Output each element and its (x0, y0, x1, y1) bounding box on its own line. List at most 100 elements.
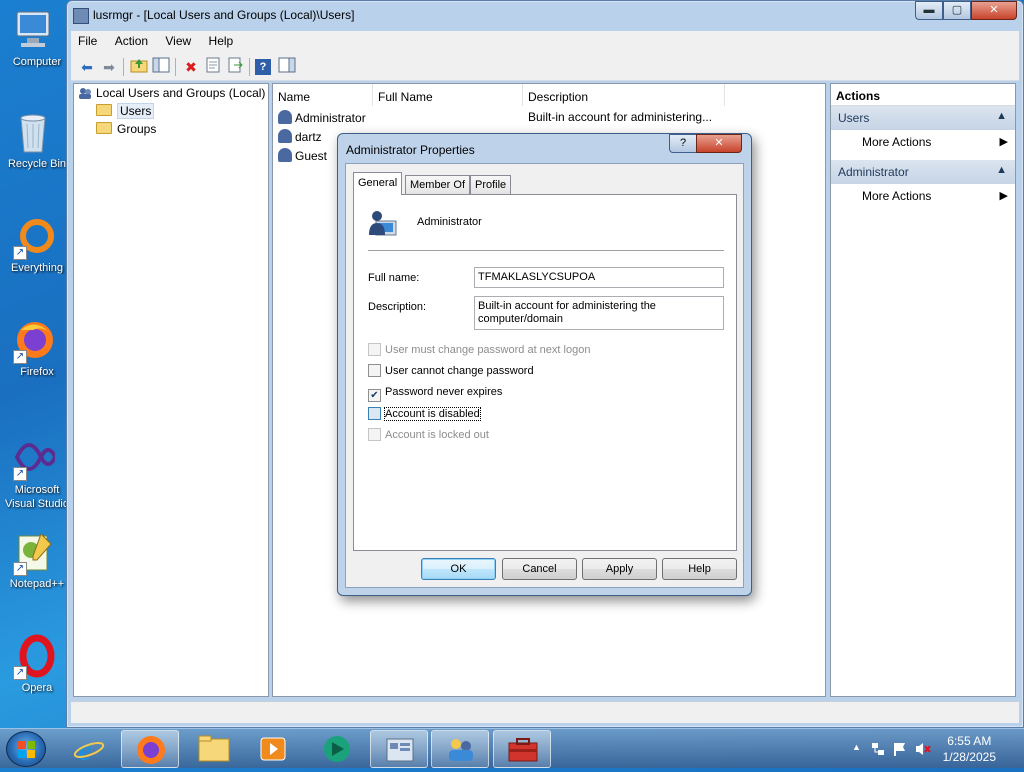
help-button[interactable]: Help (662, 558, 737, 580)
tree-item-label: Users (117, 103, 155, 119)
desktop-icon-everything[interactable]: ↗ Everything (0, 214, 66, 274)
show-hide-action-pane-icon[interactable] (277, 57, 297, 77)
maximize-button[interactable]: ▢ (943, 1, 971, 20)
checkbox-box[interactable] (368, 364, 381, 377)
desktop-icon-firefox[interactable]: ↗ Firefox (0, 318, 66, 378)
taskbar-explorer[interactable] (185, 730, 243, 768)
volume-muted-icon[interactable] (914, 741, 932, 760)
checkbox-password-never-expires[interactable]: ✔ Password never expires (368, 386, 502, 402)
properties-icon[interactable] (203, 57, 223, 77)
desktop-icon-label: Notepad++ (9, 578, 65, 590)
menu-view[interactable]: View (158, 31, 198, 48)
taskbar-internet-explorer[interactable]: e (60, 730, 118, 768)
desktop-icon-notepadpp[interactable]: ↗ Notepad++ (0, 530, 66, 590)
desktop-icon-visual-studio[interactable]: ↗ Microsoft Visual Studio (0, 435, 69, 511)
desktop-icon-recycle-bin[interactable]: Recycle Bin (0, 110, 66, 170)
taskbar-media-player[interactable] (244, 730, 302, 768)
console-tree: Local Users and Groups (Local) Users Gro… (73, 83, 269, 697)
checkbox-must-change-password: User must change password at next logon (368, 343, 590, 359)
description-field[interactable]: Built-in account for administering the c… (474, 296, 724, 330)
submenu-arrow-icon: ▶ (999, 190, 1008, 202)
apply-button[interactable]: Apply (582, 558, 657, 580)
back-arrow-icon[interactable]: ⬅ (77, 57, 97, 77)
dialog-client: General Member Of Profile Administrator … (345, 163, 744, 588)
delete-icon[interactable]: ✖ (181, 57, 201, 77)
checkmark-icon[interactable]: ✔ (368, 389, 381, 402)
show-hidden-icons-button[interactable]: ▲ (852, 742, 861, 752)
export-list-icon[interactable] (225, 57, 245, 77)
forward-arrow-icon[interactable]: ➡ (99, 57, 119, 77)
checkbox-label: User cannot change password (385, 365, 534, 377)
desktop-icon-computer[interactable]: Computer (0, 8, 66, 68)
taskbar-users-groups[interactable] (431, 730, 489, 768)
close-button[interactable]: ✕ (971, 1, 1017, 20)
checkbox-cannot-change-password[interactable]: User cannot change password (368, 364, 534, 380)
menu-help[interactable]: Help (202, 31, 241, 48)
clock-time: 6:55 AM (947, 734, 992, 748)
media-player-icon (260, 737, 286, 761)
tree-item-groups[interactable]: Groups (96, 122, 156, 139)
action-more-actions-users[interactable]: More Actions ▶ (862, 132, 1015, 152)
taskbar-toolbox[interactable] (493, 730, 551, 768)
firefox-icon (137, 736, 165, 764)
list-row-dartz[interactable]: dartz (278, 129, 322, 147)
actions-group-users[interactable]: Users ▲ (831, 106, 1015, 130)
desktop-icon-opera[interactable]: ↗ Opera (0, 634, 66, 694)
actions-group-administrator[interactable]: Administrator ▲ (831, 160, 1015, 184)
opera-icon: ↗ (11, 634, 55, 680)
list-row-guest[interactable]: Guest (278, 148, 327, 166)
collapse-up-icon[interactable]: ▲ (996, 110, 1007, 122)
action-label: More Actions (862, 135, 932, 149)
help-icon[interactable]: ? (255, 59, 271, 75)
menu-action[interactable]: Action (108, 31, 155, 48)
description-label: Description: (368, 301, 427, 313)
show-hide-console-tree-icon[interactable] (151, 57, 171, 77)
actions-header: Actions (831, 86, 1015, 106)
internet-explorer-icon: e (73, 734, 105, 767)
checkbox-label: Account is locked out (385, 429, 489, 441)
taskbar-firefox[interactable] (121, 730, 179, 768)
action-more-actions-administrator[interactable]: More Actions ▶ (862, 186, 1015, 206)
full-name-field[interactable]: TFMAKLASLYCSUPOA (474, 267, 724, 288)
mmc-app-icon (73, 8, 89, 24)
column-header-description[interactable]: Description (523, 84, 725, 106)
checkbox-account-disabled[interactable]: Account is disabled (368, 407, 481, 423)
folder-icon (96, 122, 112, 134)
ok-button[interactable]: OK (421, 558, 496, 580)
desktop-icon-label: Everything (11, 262, 63, 274)
dialog-close-button[interactable]: ✕ (696, 134, 742, 153)
checkbox-label: User must change password at next logon (385, 344, 591, 356)
start-button[interactable] (6, 731, 46, 767)
taskbar-app[interactable] (308, 730, 366, 768)
tree-root[interactable]: Local Users and Groups (Local) (78, 86, 265, 103)
column-header-name[interactable]: Name (273, 84, 373, 106)
windows-logo-icon (18, 741, 35, 758)
action-center-flag-icon[interactable] (892, 741, 908, 760)
tab-profile[interactable]: Profile (470, 175, 512, 194)
network-icon[interactable] (870, 741, 886, 760)
mmc-console-icon (386, 738, 414, 762)
desktop-icon-label: Opera (21, 682, 53, 694)
menu-file[interactable]: File (71, 31, 104, 48)
taskbar-mmc[interactable] (370, 730, 428, 768)
column-header-full-name[interactable]: Full Name (373, 84, 523, 106)
tree-root-label: Local Users and Groups (Local) (96, 86, 266, 100)
minimize-button[interactable]: ▬ (915, 1, 943, 20)
tree-item-users[interactable]: Users (96, 103, 155, 121)
collapse-up-icon[interactable]: ▲ (996, 164, 1007, 176)
list-row-administrator[interactable]: Administrator Built-in account for admin… (278, 110, 818, 128)
folder-icon (198, 735, 230, 762)
tab-member-of[interactable]: Member Of (405, 175, 471, 194)
window-titlebar[interactable]: lusrmgr - [Local Users and Groups (Local… (67, 1, 1023, 31)
tab-general[interactable]: General (353, 172, 403, 195)
dialog-help-button[interactable]: ? (669, 134, 697, 153)
desktop-icon-label: Computer (12, 56, 62, 68)
shortcut-arrow-icon: ↗ (13, 350, 27, 364)
cancel-button[interactable]: Cancel (502, 558, 577, 580)
up-folder-icon[interactable] (129, 57, 149, 77)
status-bar (71, 701, 1019, 723)
user-name-heading: Administrator (417, 216, 482, 228)
clock[interactable]: 6:55 AM 1/28/2025 (943, 733, 996, 765)
list-cell-name: dartz (295, 130, 322, 144)
checkbox-box[interactable] (368, 407, 381, 420)
